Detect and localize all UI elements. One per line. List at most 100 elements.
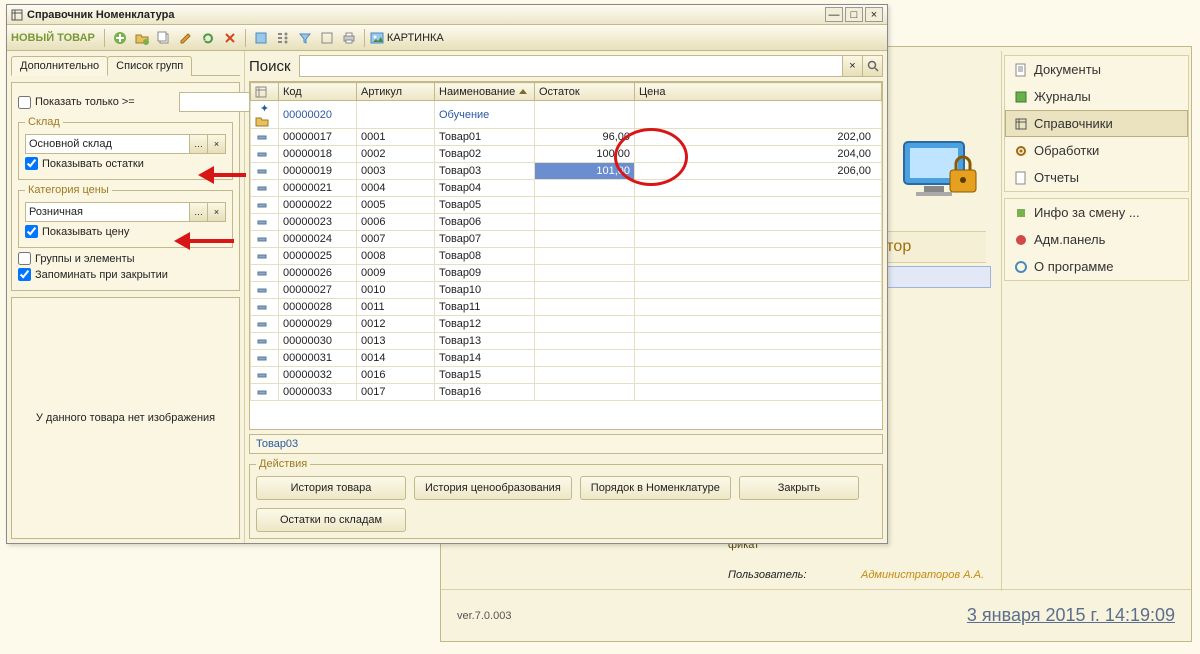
tab-additional[interactable]: Дополнительно [11, 56, 108, 76]
nav-shift-info[interactable]: Инфо за смену ... [1005, 199, 1188, 226]
price-cat-combo[interactable]: … × [25, 202, 226, 222]
nav-processing[interactable]: Обработки [1005, 137, 1188, 164]
table-row[interactable]: 000000290012Товар12 [251, 316, 882, 333]
search-clear-btn[interactable]: × [843, 55, 863, 77]
groups-elements-checkbox[interactable] [18, 252, 31, 265]
pricing-history-button[interactable]: История ценообразования [414, 476, 572, 500]
remember-checkbox[interactable] [18, 268, 31, 281]
doc-icon [1014, 63, 1028, 77]
table-group-row[interactable]: ✦ 00000020Обучение [251, 101, 882, 129]
history-button[interactable]: История товара [256, 476, 406, 500]
col-code[interactable]: Код [279, 83, 357, 101]
price-cat-legend: Категория цены [25, 184, 112, 196]
titlebar[interactable]: Справочник Номенклатура — □ × [7, 5, 887, 25]
report-icon [1014, 171, 1028, 185]
search-go-btn[interactable] [863, 55, 883, 77]
nomenclature-window: Справочник Номенклатура — □ × НОВЫЙ ТОВА… [6, 4, 888, 544]
nav-reports[interactable]: Отчеты [1005, 164, 1188, 191]
warehouse-clear-btn[interactable]: × [208, 134, 226, 154]
admin-icon [1014, 233, 1028, 247]
settings-icon[interactable] [317, 28, 337, 48]
copy-icon[interactable] [154, 28, 174, 48]
journal-icon [1014, 90, 1028, 104]
hierarchy-icon[interactable] [273, 28, 293, 48]
tab-groups[interactable]: Список групп [107, 56, 192, 76]
warehouse-input[interactable] [25, 134, 190, 154]
refresh-icon[interactable] [198, 28, 218, 48]
monitor-lock-icon [898, 136, 986, 208]
warehouse-combo[interactable]: … × [25, 134, 226, 154]
show-price-label: Показывать цену [42, 226, 129, 238]
new-item-label[interactable]: НОВЫЙ ТОВАР [11, 32, 95, 44]
print-icon[interactable] [339, 28, 359, 48]
minimize-button[interactable]: — [825, 7, 843, 22]
add-folder-icon[interactable] [132, 28, 152, 48]
search-input[interactable] [299, 55, 843, 77]
side-tabs: Дополнительно Список групп [11, 55, 240, 76]
nav-about[interactable]: О программе [1005, 253, 1188, 280]
toolbar: НОВЫЙ ТОВАР КАРТИНКА [7, 25, 887, 51]
search-label: Поиск [249, 58, 291, 75]
col-price[interactable]: Цена [635, 83, 882, 101]
table-row[interactable]: 000000300013Товар13 [251, 333, 882, 350]
close-button[interactable]: Закрыть [739, 476, 859, 500]
nav-admin-panel[interactable]: Адм.панель [1005, 226, 1188, 253]
move-icon[interactable] [251, 28, 271, 48]
col-article[interactable]: Артикул [357, 83, 435, 101]
nav-journals[interactable]: Журналы [1005, 83, 1188, 110]
selected-item-name: Товар03 [249, 434, 883, 454]
show-only-spin[interactable]: ▲▼ [179, 92, 233, 112]
side-filter-box: Показать только >= ▲▼ Склад … × Показыва… [11, 82, 240, 291]
warehouse-select-btn[interactable]: … [190, 134, 208, 154]
window-title: Справочник Номенклатура [27, 9, 174, 21]
table-row[interactable]: 000000330017Товар16 [251, 384, 882, 401]
maximize-button[interactable]: □ [845, 7, 863, 22]
nav-references[interactable]: Справочники [1005, 110, 1188, 137]
table-row[interactable]: 000000280011Товар11 [251, 299, 882, 316]
show-only-checkbox[interactable] [18, 96, 31, 109]
status-bar: ver.7.0.003 3 января 2015 г. 14:19:09 [441, 589, 1191, 641]
show-stock-checkbox[interactable] [25, 157, 38, 170]
table-row[interactable]: 000000210004Товар04 [251, 180, 882, 197]
table-row[interactable]: 000000220005Товар05 [251, 197, 882, 214]
col-name[interactable]: Наименование [435, 83, 535, 101]
table-row[interactable]: 000000170001Товар01 96,00202,00 [251, 129, 882, 146]
col-icon[interactable] [251, 83, 279, 101]
items-grid[interactable]: Код Артикул Наименование Остаток Цена ✦ … [249, 81, 883, 430]
table-row[interactable]: 000000320016Товар15 [251, 367, 882, 384]
delete-icon[interactable] [220, 28, 240, 48]
price-cat-clear-btn[interactable]: × [208, 202, 226, 222]
window-icon [11, 9, 23, 21]
add-icon[interactable] [110, 28, 130, 48]
table-row[interactable]: 000000230006Товар06 [251, 214, 882, 231]
remember-label: Запоминать при закрытии [35, 269, 168, 281]
warehouse-fieldset: Склад … × Показывать остатки [18, 116, 233, 180]
table-row[interactable]: 000000190003Товар03 101,00206,00 [251, 163, 882, 180]
filter-icon[interactable] [295, 28, 315, 48]
table-row[interactable]: 000000260009Товар09 [251, 265, 882, 282]
datetime-label: 3 января 2015 г. 14:19:09 [967, 605, 1175, 626]
table-row[interactable]: 000000250008Товар08 [251, 248, 882, 265]
no-image-box: У данного товара нет изображения [11, 297, 240, 539]
table-row[interactable]: 000000270010Товар10 [251, 282, 882, 299]
main-nav: Документы Журналы Справочники Обработки … [1001, 51, 1191, 591]
show-only-label: Показать только >= [35, 96, 135, 108]
table-row[interactable]: 000000310014Товар14 [251, 350, 882, 367]
table-row[interactable]: 000000240007Товар07 [251, 231, 882, 248]
order-button[interactable]: Порядок в Номенклатуре [580, 476, 731, 500]
edit-icon[interactable] [176, 28, 196, 48]
nav-documents[interactable]: Документы [1005, 56, 1188, 83]
table-row[interactable]: 000000180002Товар02 100,00204,00 [251, 146, 882, 163]
left-panel: Дополнительно Список групп Показать толь… [7, 51, 245, 543]
price-cat-input[interactable] [25, 202, 190, 222]
actions-legend: Действия [256, 458, 310, 470]
col-stock[interactable]: Остаток [535, 83, 635, 101]
picture-button[interactable]: КАРТИНКА [370, 31, 444, 45]
close-window-button[interactable]: × [865, 7, 883, 22]
user-label: Пользователь: [728, 569, 807, 581]
price-cat-select-btn[interactable]: … [190, 202, 208, 222]
gear-icon [1014, 144, 1028, 158]
warehouse-legend: Склад [25, 116, 63, 128]
stock-by-warehouse-button[interactable]: Остатки по складам [256, 508, 406, 532]
show-price-checkbox[interactable] [25, 225, 38, 238]
